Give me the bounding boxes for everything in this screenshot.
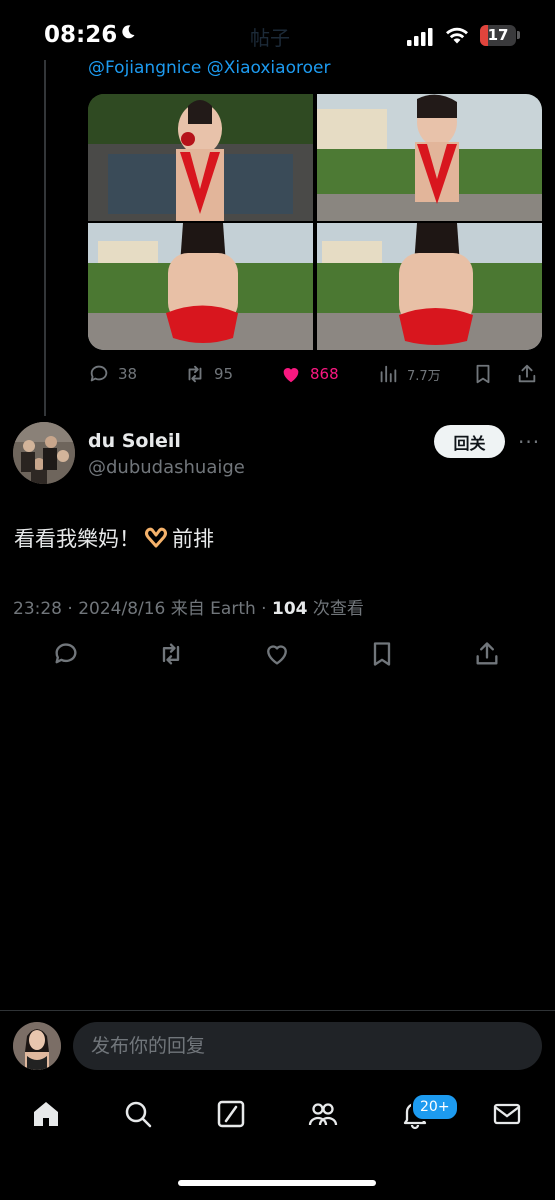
- follow-back-button[interactable]: 回关: [434, 425, 505, 458]
- tweet-media-grid: [88, 94, 542, 350]
- media-photo-1[interactable]: [88, 94, 313, 221]
- retweet-icon: [188, 365, 202, 383]
- tab-messages[interactable]: [491, 1098, 525, 1132]
- views-button[interactable]: 7.7万: [377, 360, 441, 388]
- search-icon: [125, 1101, 152, 1128]
- my-avatar[interactable]: [13, 1022, 61, 1070]
- battery-nub: [517, 31, 520, 39]
- retweet-count: 95: [214, 365, 234, 383]
- tab-communities[interactable]: [307, 1098, 341, 1132]
- retweet-button[interactable]: 95: [184, 360, 233, 388]
- tab-grok[interactable]: [215, 1098, 249, 1132]
- cellular-signal-icon: [407, 28, 433, 46]
- status-time: 08:26: [44, 22, 118, 48]
- share-icon: [518, 364, 536, 383]
- tweet-mentions[interactable]: @Fojiangnice @Xiaoxiaoroer: [88, 58, 330, 78]
- tweet-view-label: 次查看: [307, 599, 364, 619]
- reply-count: 38: [118, 365, 138, 383]
- share-button[interactable]: [516, 360, 538, 388]
- heart-outline-icon: [267, 645, 287, 665]
- like-button[interactable]: 868: [280, 360, 339, 388]
- like-action-button[interactable]: [263, 640, 293, 670]
- mail-icon: [493, 1103, 521, 1125]
- views-count: 7.7万: [407, 368, 441, 384]
- battery-level: 17: [487, 26, 509, 44]
- author-avatar[interactable]: [13, 422, 75, 484]
- like-count: 868: [310, 365, 339, 383]
- more-options-icon[interactable]: ···: [518, 430, 540, 454]
- author-name[interactable]: du Soleil: [88, 430, 181, 452]
- tab-home[interactable]: [30, 1098, 64, 1132]
- focus-moon-icon: [122, 25, 135, 39]
- thread-connector: [44, 60, 46, 416]
- media-photo-4[interactable]: [317, 223, 542, 350]
- tweet-text-before: 看看我樂妈！: [14, 527, 140, 551]
- tweet-text: 看看我樂妈！ 前排: [14, 523, 214, 553]
- reply-icon: [55, 643, 77, 664]
- retweet-icon: [162, 643, 180, 665]
- page-title: 帖子: [250, 26, 290, 50]
- bookmark-icon: [373, 642, 391, 666]
- grok-icon: [217, 1100, 245, 1128]
- reply-icon: [90, 365, 108, 382]
- share-icon: [476, 642, 498, 665]
- bookmark-action-button[interactable]: [368, 640, 398, 670]
- tweet-view-count: 104: [271, 599, 308, 619]
- tweet-meta: 23:28 · 2024/8/16 来自 Earth · 104 次查看: [13, 594, 364, 619]
- notifications-badge: 20+: [411, 1093, 459, 1121]
- composer-divider: [0, 1010, 555, 1011]
- heart-hands-emoji-icon: [145, 527, 167, 548]
- battery-indicator: 17: [480, 25, 516, 46]
- home-icon: [34, 1102, 58, 1126]
- media-photo-2[interactable]: [317, 94, 542, 221]
- reply-button[interactable]: 38: [88, 360, 137, 388]
- communities-icon: [308, 1103, 338, 1126]
- heart-filled-icon: [283, 368, 299, 383]
- bookmark-button[interactable]: [472, 360, 494, 388]
- tweet-text-after: 前排: [172, 527, 214, 551]
- views-chart-icon: [380, 365, 397, 383]
- media-photo-3[interactable]: [88, 223, 313, 350]
- retweet-action-button[interactable]: [157, 640, 187, 670]
- reply-action-button[interactable]: [52, 640, 82, 670]
- bookmark-icon: [476, 364, 490, 384]
- share-action-button[interactable]: [473, 640, 503, 670]
- tab-explore[interactable]: [122, 1098, 156, 1132]
- author-handle[interactable]: @dubudashuaige: [88, 457, 245, 478]
- home-indicator[interactable]: [178, 1180, 376, 1186]
- tweet-timestamp: 23:28 · 2024/8/16 来自 Earth ·: [13, 599, 272, 619]
- reply-input[interactable]: [73, 1022, 542, 1070]
- wifi-icon: [446, 27, 468, 44]
